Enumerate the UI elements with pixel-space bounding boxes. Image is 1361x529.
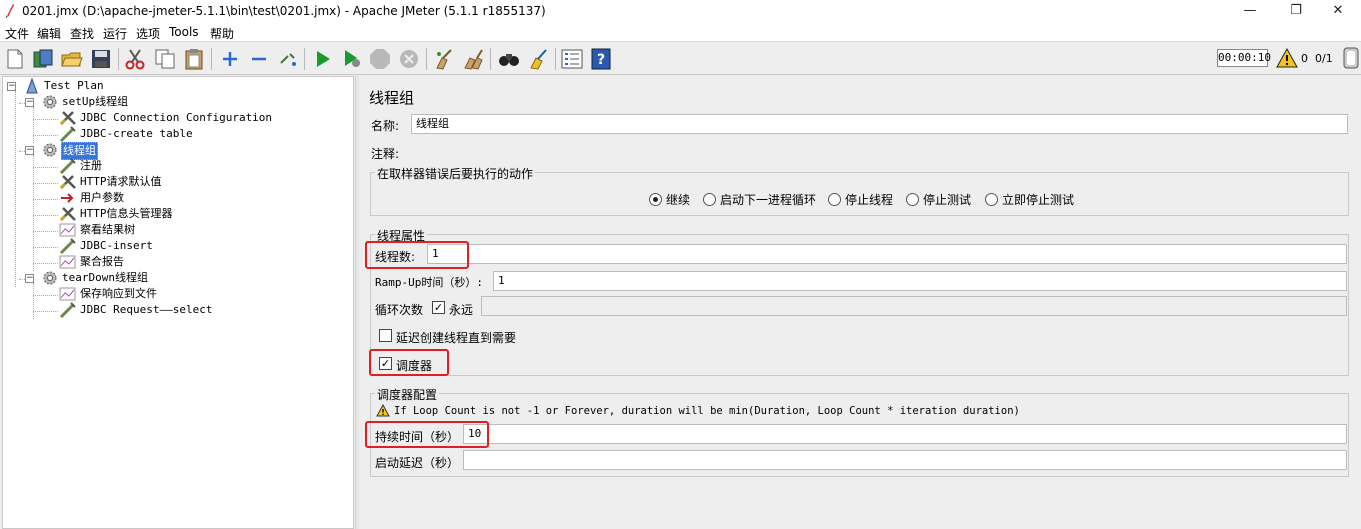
log-viewer-icon[interactable] [1342, 47, 1360, 69]
shutdown-icon[interactable] [397, 47, 421, 71]
toggle-icon[interactable] [276, 47, 300, 71]
scheduler-warning: If Loop Count is not -1 or Forever, dura… [394, 405, 1020, 417]
forever-checkbox[interactable]: ✓ [432, 301, 445, 314]
listener-icon [59, 223, 76, 237]
radio-stop-thread[interactable]: 停止线程 [828, 191, 893, 208]
menu-file[interactable]: 文件 [5, 25, 29, 42]
gear-icon [43, 95, 57, 109]
reset-search-icon[interactable] [526, 47, 550, 71]
name-label: 名称: [371, 119, 400, 133]
thread-group-panel: 线程组 名称: 线程组 注释: 在取样器错误后要执行的动作 继续 启动下一进程循… [360, 76, 1361, 529]
cut-icon[interactable] [123, 47, 147, 71]
scheduler-config-title: 调度器配置 [375, 386, 440, 403]
menu-bar: 文件 编辑 查找 运行 选项 Tools 帮助 [0, 23, 1361, 42]
search-icon[interactable] [497, 47, 521, 71]
clear-icon[interactable] [432, 47, 456, 71]
sampler-icon [59, 158, 76, 174]
elapsed-timer: 00:00:10 [1217, 49, 1271, 67]
maximize-button[interactable]: ❐ [1273, 0, 1319, 23]
close-button[interactable]: ✕ [1315, 0, 1361, 23]
title-bar: 0201.jmx (D:\apache-jmeter-5.1.1\bin\tes… [0, 0, 1361, 23]
duration-field[interactable]: 10 [463, 424, 1347, 444]
test-plan-tree: − − − − Test Plan setUp线程组 JDBC Connecti… [2, 76, 354, 529]
save-icon[interactable] [89, 47, 113, 71]
rampup-label: Ramp-Up时间（秒）: [375, 276, 483, 289]
sampler-icon [59, 126, 76, 142]
panel-title: 线程组 [369, 89, 415, 107]
highlight-thread-count [365, 241, 469, 269]
threads-field[interactable]: 1 [427, 244, 1347, 264]
start-icon[interactable] [311, 47, 335, 71]
jmeter-feather-icon [5, 4, 14, 18]
listener-icon [59, 287, 76, 301]
menu-search[interactable]: 查找 [70, 25, 94, 42]
svg-text:?: ? [597, 52, 605, 68]
warning-icon [376, 404, 390, 417]
highlight-scheduler [369, 349, 449, 376]
sampler-icon [59, 238, 76, 254]
function-helper-icon[interactable] [560, 47, 584, 71]
minimize-button[interactable]: — [1227, 0, 1273, 23]
warning-icon[interactable] [1276, 48, 1298, 68]
delay-thread-creation-label: 延迟创建线程直到需要 [396, 331, 517, 345]
tree-expander-thread-group[interactable]: − [25, 146, 34, 155]
on-error-title: 在取样器错误后要执行的动作 [375, 165, 536, 182]
collapse-icon[interactable] [247, 47, 271, 71]
paste-icon[interactable] [182, 47, 206, 71]
loop-count-label: 循环次数 [375, 303, 424, 317]
toolbar: ? [0, 43, 1361, 75]
window-title: 0201.jmx (D:\apache-jmeter-5.1.1\bin\tes… [22, 4, 546, 18]
tree-expander-test-plan[interactable]: − [7, 82, 16, 91]
loop-count-field[interactable] [481, 296, 1347, 316]
tree-expander-setup-group[interactable]: − [25, 98, 34, 107]
expand-icon[interactable] [218, 47, 242, 71]
start-no-pause-icon[interactable] [340, 47, 364, 71]
startup-delay-field[interactable] [463, 450, 1347, 470]
forever-label: 永远 [449, 303, 474, 317]
config-icon [59, 175, 76, 190]
test-plan-icon [26, 78, 38, 94]
tree-expander-teardown-group[interactable]: − [25, 274, 34, 283]
gear-icon [43, 271, 57, 285]
name-field[interactable]: 线程组 [411, 114, 1348, 134]
sampler-icon [59, 302, 76, 318]
config-icon [59, 207, 76, 222]
radio-stop-test[interactable]: 停止测试 [906, 191, 971, 208]
radio-continue[interactable]: 继续 [649, 191, 690, 208]
new-icon[interactable] [3, 47, 27, 71]
comment-field[interactable] [405, 142, 1348, 162]
rampup-field[interactable]: 1 [493, 271, 1347, 291]
split-pane-divider[interactable] [355, 76, 359, 529]
menu-options[interactable]: 选项 [136, 25, 160, 42]
radio-stop-test-now[interactable]: 立即停止测试 [985, 191, 1074, 208]
menu-tools[interactable]: Tools [169, 25, 199, 39]
preprocessor-icon [61, 193, 74, 203]
highlight-duration [365, 421, 489, 448]
menu-help[interactable]: 帮助 [210, 25, 234, 42]
templates-icon[interactable] [31, 47, 55, 71]
copy-icon[interactable] [153, 47, 177, 71]
listener-icon [59, 255, 76, 269]
stop-icon[interactable] [368, 47, 392, 71]
menu-run[interactable]: 运行 [103, 25, 127, 42]
radio-start-next-loop[interactable]: 启动下一进程循环 [703, 191, 816, 208]
delay-thread-creation-checkbox[interactable] [379, 329, 392, 342]
help-icon[interactable]: ? [589, 47, 613, 71]
comment-label: 注释: [371, 147, 400, 161]
menu-edit[interactable]: 编辑 [37, 25, 61, 42]
gear-icon [43, 143, 57, 157]
error-count: 0 [1301, 52, 1308, 65]
active-thread-count: 0/1 [1315, 52, 1333, 65]
clear-all-icon[interactable] [461, 47, 485, 71]
startup-delay-label: 启动延迟（秒） [375, 456, 460, 470]
open-icon[interactable] [60, 47, 84, 71]
config-icon [59, 111, 76, 126]
